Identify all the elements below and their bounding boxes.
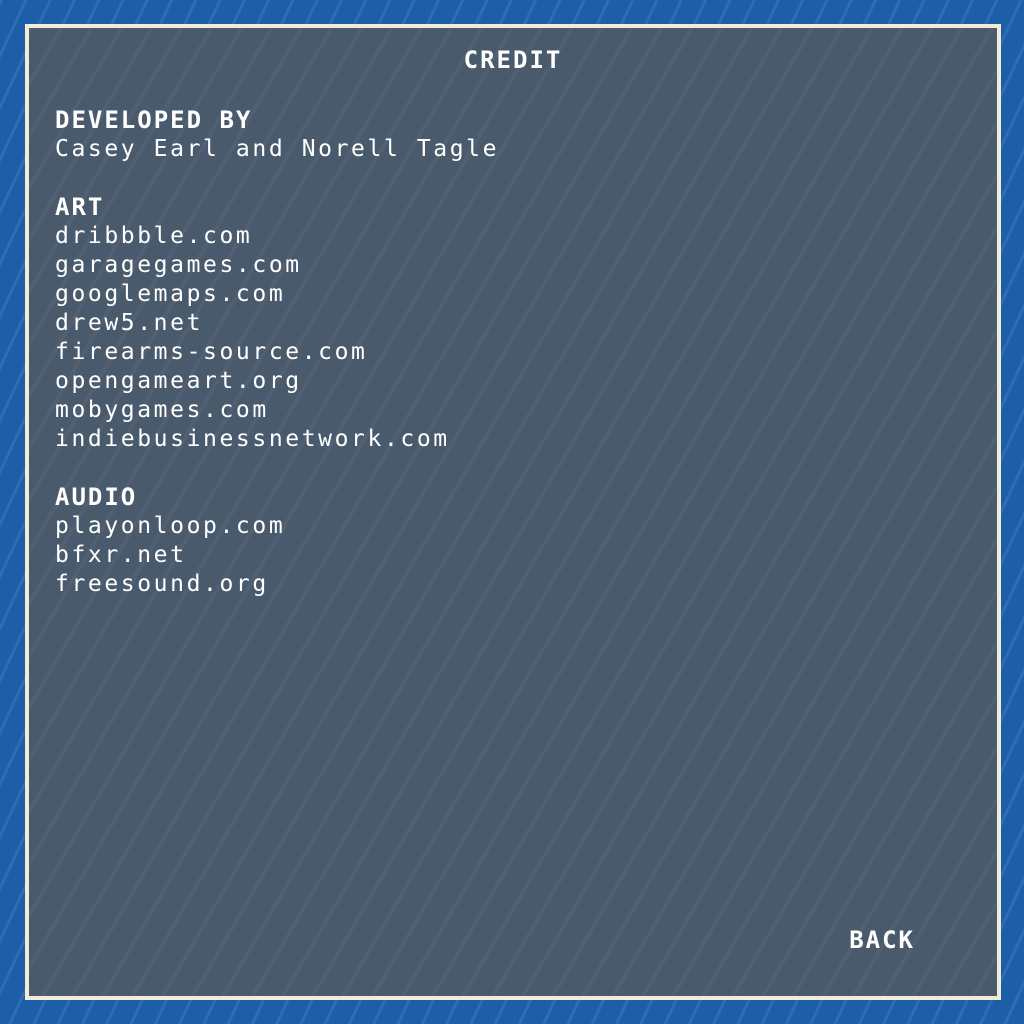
audio-section: AUDIO playonloop.com bfxr.net freesound.…	[55, 483, 499, 599]
credits-content: DEVELOPED BY Casey Earl and Norell Tagle…	[55, 106, 499, 628]
back-button[interactable]: BACK	[849, 926, 915, 954]
developer-names: Casey Earl and Norell Tagle	[55, 136, 500, 162]
credits-panel: CREDIT DEVELOPED BY Casey Earl and Norel…	[25, 24, 1001, 1000]
art-credit-item: dribbble.com	[55, 223, 253, 249]
art-credit-item: mobygames.com	[55, 397, 269, 423]
audio-credit-item: playonloop.com	[55, 513, 286, 539]
art-credit-item: googlemaps.com	[55, 281, 286, 307]
audio-heading: AUDIO	[55, 483, 138, 511]
art-credit-item: firearms-source.com	[55, 339, 368, 365]
screen-title: CREDIT	[463, 46, 563, 74]
art-heading: ART	[55, 193, 105, 221]
developed-by-heading: DEVELOPED BY	[55, 106, 253, 134]
developed-by-section: DEVELOPED BY Casey Earl and Norell Tagle	[55, 106, 499, 164]
art-credit-item: indiebusinessnetwork.com	[55, 426, 450, 452]
art-credit-item: drew5.net	[55, 310, 204, 336]
art-credit-item: opengameart.org	[55, 368, 302, 394]
audio-credit-item: bfxr.net	[55, 542, 187, 568]
audio-credit-item: freesound.org	[55, 571, 269, 597]
art-section: ART dribbble.com garagegames.com googlem…	[55, 193, 499, 454]
art-credit-item: garagegames.com	[55, 252, 302, 278]
